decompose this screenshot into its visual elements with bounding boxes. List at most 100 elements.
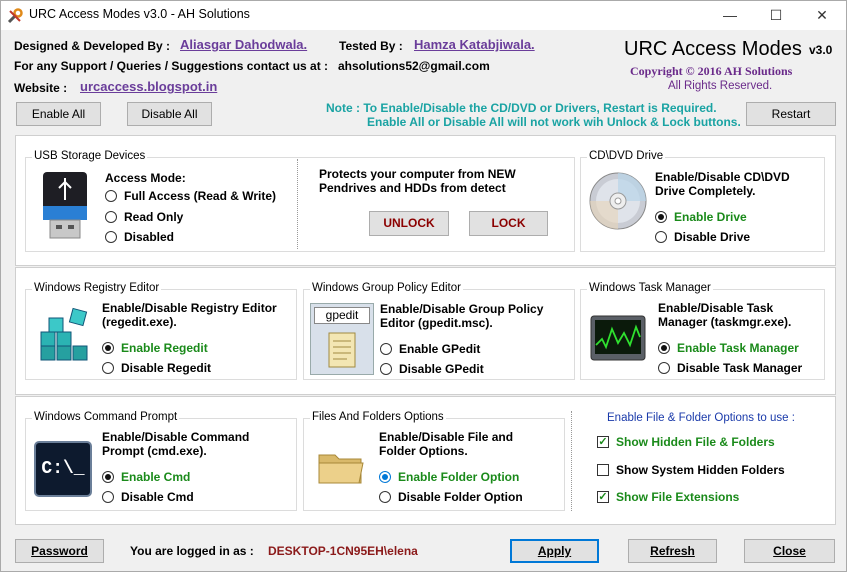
cmd-prompt-icon: C:\_ (34, 441, 92, 497)
taskmgr-group-title: Windows Task Manager (587, 282, 713, 294)
radio-icon (105, 231, 117, 243)
show-extensions-label: Show File Extensions (616, 490, 740, 504)
title-bar: URC Access Modes v3.0 - AH Solutions — ☐… (1, 1, 846, 30)
radio-icon (655, 231, 667, 243)
disable-all-button[interactable]: Disable All (127, 102, 212, 126)
apply-button[interactable]: Apply (510, 539, 599, 563)
show-system-label: Show System Hidden Folders (616, 463, 785, 477)
scroll-icon (328, 332, 356, 368)
note-line-1: Note : To Enable/Disable the CD/DVD or D… (326, 101, 717, 115)
show-hidden-checkbox[interactable]: ✓ Show Hidden File & Folders (597, 435, 775, 449)
designed-label: Designed & Developed By : (14, 39, 171, 53)
usb-disabled-label: Disabled (124, 230, 175, 244)
disable-taskmgr-radio[interactable]: Disable Task Manager (658, 361, 802, 375)
checkbox-checked-icon: ✓ (597, 436, 609, 448)
regedit-cubes-icon (40, 307, 88, 361)
enable-taskmgr-radio[interactable]: Enable Task Manager (658, 341, 799, 355)
enable-drive-radio[interactable]: Enable Drive (655, 210, 747, 224)
radio-selected-icon (655, 211, 667, 223)
app-version: v3.0 (809, 43, 833, 57)
usb-read-only-radio[interactable]: Read Only (105, 210, 183, 224)
radio-selected-icon (379, 471, 391, 483)
enable-folder-option-label: Enable Folder Option (398, 470, 520, 484)
disable-gpedit-radio[interactable]: Disable GPedit (380, 362, 484, 376)
usb-full-access-radio[interactable]: Full Access (Read & Write) (105, 189, 276, 203)
close-window-button[interactable]: ✕ (799, 1, 845, 30)
enable-folder-option-radio[interactable]: Enable Folder Option (379, 470, 519, 484)
cd-disc-icon (589, 172, 647, 230)
enable-cmd-radio[interactable]: Enable Cmd (102, 470, 190, 484)
radio-icon (102, 362, 114, 374)
enable-cmd-label: Enable Cmd (121, 470, 191, 484)
tester-link[interactable]: Hamza Katabjiwala. (414, 37, 535, 52)
cmd-desc: Enable/Disable Command Prompt (cmd.exe). (102, 430, 250, 458)
folders-group-title: Files And Folders Options (310, 411, 446, 423)
enable-all-button[interactable]: Enable All (16, 102, 101, 126)
radio-icon (380, 343, 392, 355)
tested-label: Tested By : (339, 39, 403, 53)
disable-regedit-label: Disable Regedit (121, 361, 212, 375)
taskmgr-desc: Enable/Disable Task Manager (taskmgr.exe… (658, 301, 792, 329)
cddvd-group-title: CD\DVD Drive (587, 150, 666, 162)
radio-selected-icon (658, 342, 670, 354)
registry-group-title: Windows Registry Editor (32, 282, 162, 294)
enable-gpedit-label: Enable GPedit (399, 342, 481, 356)
disable-regedit-radio[interactable]: Disable Regedit (102, 361, 211, 375)
usb-group-title: USB Storage Devices (32, 150, 148, 162)
show-system-checkbox[interactable]: Show System Hidden Folders (597, 463, 785, 477)
radio-icon (658, 362, 670, 374)
website-label: Website : (14, 81, 68, 95)
task-manager-monitor-icon (590, 315, 646, 361)
logged-in-label: You are logged in as : (130, 544, 254, 558)
disable-folder-option-label: Disable Folder Option (398, 490, 523, 504)
enable-gpedit-radio[interactable]: Enable GPedit (380, 342, 480, 356)
show-extensions-checkbox[interactable]: ✓ Show File Extensions (597, 490, 739, 504)
usb-drive-icon (43, 172, 87, 239)
radio-selected-icon (102, 342, 114, 354)
enable-regedit-label: Enable Regedit (121, 341, 208, 355)
enable-regedit-radio[interactable]: Enable Regedit (102, 341, 208, 355)
radio-icon (105, 211, 117, 223)
gpedit-icon: gpedit (310, 303, 374, 375)
copyright: Copyright © 2016 AH Solutions (630, 64, 793, 78)
app-name: URC Access Modes (624, 38, 802, 60)
restart-button[interactable]: Restart (746, 102, 836, 126)
designer-link[interactable]: Aliasgar Dahodwala. (180, 37, 307, 52)
app-window: URC Access Modes v3.0 - AH Solutions — ☐… (0, 0, 847, 572)
disable-folder-option-radio[interactable]: Disable Folder Option (379, 490, 523, 504)
radio-icon (379, 491, 391, 503)
disable-cmd-label: Disable Cmd (121, 490, 194, 504)
close-button[interactable]: Close (744, 539, 835, 563)
cmd-group-title: Windows Command Prompt (32, 411, 180, 423)
radio-icon (380, 363, 392, 375)
support-email: ahsolutions52@gmail.com (338, 59, 490, 73)
folder-options-title: Enable File & Folder Options to use : (607, 412, 795, 424)
minimize-button[interactable]: — (707, 1, 753, 30)
folders-divider (571, 411, 572, 511)
app-wrench-icon (7, 8, 23, 24)
maximize-button[interactable]: ☐ (753, 1, 799, 30)
disable-gpedit-label: Disable GPedit (399, 362, 484, 376)
disable-cmd-radio[interactable]: Disable Cmd (102, 490, 194, 504)
checkbox-checked-icon: ✓ (597, 491, 609, 503)
window-title: URC Access Modes v3.0 - AH Solutions (29, 7, 250, 21)
usb-full-access-label: Full Access (Read & Write) (124, 189, 277, 203)
cddvd-desc: Enable/Disable CD\DVD Drive Completely. (655, 170, 790, 198)
password-button[interactable]: Password (15, 539, 104, 563)
refresh-button[interactable]: Refresh (628, 539, 717, 563)
radio-icon (102, 491, 114, 503)
folder-icon (318, 454, 364, 484)
show-hidden-label: Show Hidden File & Folders (616, 435, 775, 449)
unlock-button[interactable]: UNLOCK (369, 211, 449, 236)
website-link[interactable]: urcaccess.blogspot.in (80, 79, 217, 94)
enable-taskmgr-label: Enable Task Manager (677, 341, 799, 355)
folders-desc: Enable/Disable File and Folder Options. (379, 430, 514, 458)
gpedit-icon-label: gpedit (314, 307, 370, 324)
usb-divider (297, 159, 298, 249)
lock-button[interactable]: LOCK (469, 211, 548, 236)
logged-in-user: DESKTOP-1CN95EH\elena (268, 544, 418, 558)
disable-drive-radio[interactable]: Disable Drive (655, 230, 750, 244)
usb-read-only-label: Read Only (124, 210, 184, 224)
usb-disabled-radio[interactable]: Disabled (105, 230, 174, 244)
gpedit-group-title: Windows Group Policy Editor (310, 282, 463, 294)
